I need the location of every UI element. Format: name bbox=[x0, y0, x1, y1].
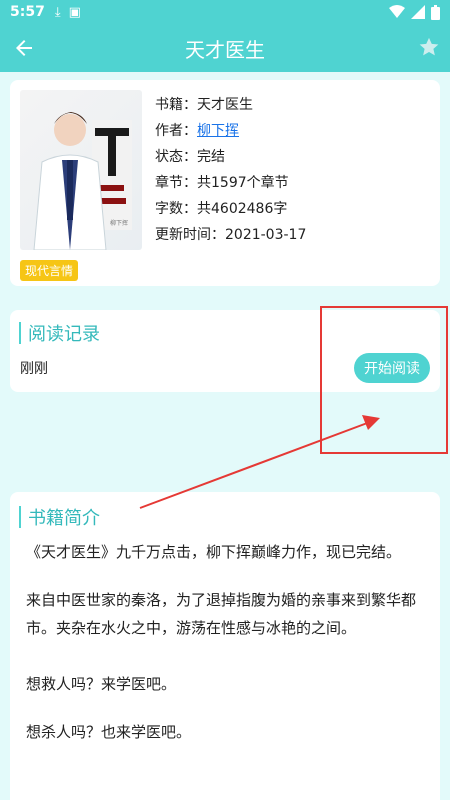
reading-record-title: 阅读记录 bbox=[28, 324, 100, 345]
intro-paragraph: 来自中医世家的秦洛，为了退掉指腹为婚的亲事来到繁华都市。夹杂在水火之中，游荡在性… bbox=[26, 591, 417, 637]
notification-icon: ▣ bbox=[68, 4, 81, 20]
intro-title: 书籍简介 bbox=[28, 508, 100, 529]
book-author-row: 作者：柳下挥 bbox=[155, 118, 306, 144]
app-bar: 天才医生 bbox=[0, 24, 450, 72]
star-icon[interactable] bbox=[418, 36, 440, 58]
download-icon: ⤓ bbox=[54, 4, 61, 20]
book-status: 状态：完结 bbox=[155, 149, 225, 165]
intro-paragraph: 《天才医生》九千万点击，柳下挥巅峰力作，现已完结。 bbox=[26, 543, 402, 561]
battery-icon bbox=[431, 4, 440, 20]
status-bar: 5:57 ⤓ ▣ bbox=[0, 0, 450, 24]
intro-paragraph: 想救人吗？来学医吧。 bbox=[26, 675, 177, 693]
author-label: 作者： bbox=[155, 123, 197, 139]
book-chapters: 章节：共1597个章节 bbox=[155, 175, 289, 191]
book-info-card: 柳下挥 现代言情 书籍：天才医生 作者：柳下挥 状态：完结 章节：共1597个章… bbox=[10, 80, 440, 286]
book-word-count: 字数：共4602486字 bbox=[155, 201, 288, 217]
page-title: 天才医生 bbox=[185, 37, 265, 62]
last-read-time: 刚刚 bbox=[20, 361, 48, 377]
signal-icon bbox=[411, 5, 425, 19]
cover-illustration: 柳下挥 bbox=[33, 112, 132, 250]
status-time: 5:57 bbox=[10, 4, 45, 20]
svg-text:柳下挥: 柳下挥 bbox=[110, 219, 128, 227]
book-details: 书籍：天才医生 作者：柳下挥 状态：完结 章节：共1597个章节 字数：共460… bbox=[155, 92, 306, 248]
back-button[interactable] bbox=[8, 32, 40, 64]
genre-badge: 现代言情 bbox=[20, 260, 79, 281]
book-name: 书籍：天才医生 bbox=[155, 97, 253, 113]
section-accent-bar bbox=[19, 506, 21, 528]
section-accent-bar bbox=[19, 322, 21, 344]
book-intro-card: 书籍简介 《天才医生》九千万点击，柳下挥巅峰力作，现已完结。 来自中医世家的秦洛… bbox=[10, 492, 440, 800]
annotation-highlight-box bbox=[320, 306, 448, 454]
book-cover[interactable]: 柳下挥 bbox=[20, 90, 142, 250]
intro-text: 《天才医生》九千万点击，柳下挥巅峰力作，现已完结。 来自中医世家的秦洛，为了退掉… bbox=[26, 538, 430, 766]
intro-paragraph: 想杀人吗？也来学医吧。 bbox=[26, 723, 192, 741]
arrow-back-icon bbox=[16, 40, 32, 56]
author-link[interactable]: 柳下挥 bbox=[197, 123, 239, 139]
wifi-icon bbox=[389, 5, 405, 18]
book-updated: 更新时间：2021-03-17 bbox=[155, 227, 307, 243]
